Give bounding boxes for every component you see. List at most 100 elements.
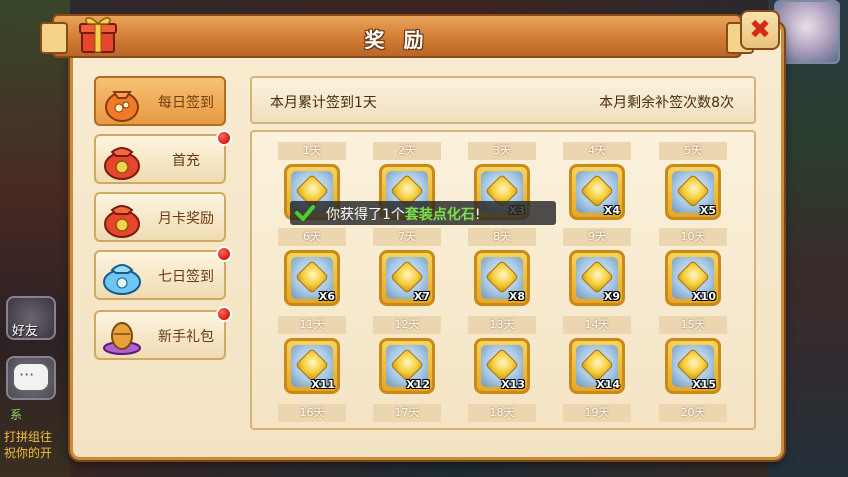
signin-day-cell[interactable]: 14天 X14 [563,316,631,402]
reward-item-slot[interactable]: X14 [569,338,625,394]
gem-icon [295,260,329,294]
signin-day-cell[interactable]: 4天 X4 [563,142,631,228]
day-label: 11天 [278,316,346,334]
gem-icon [676,174,710,208]
menu-label: 七日签到 [158,269,214,285]
item-quantity: X14 [596,378,620,391]
toast-suffix: ! [474,207,481,223]
signin-day-cell[interactable]: 10天 X10 [659,228,727,314]
reward-item-slot[interactable]: X6 [284,250,340,306]
gem-icon [295,348,329,382]
signin-day-cell[interactable]: 12天 X12 [373,316,441,402]
gem-icon [676,260,710,294]
dialog-title-bar: 奖 励 [40,14,754,58]
reward-item-slot[interactable]: X9 [569,250,625,306]
day-label: 1天 [278,142,346,160]
item-quantity: X10 [692,290,716,303]
day-label: 14天 [563,316,631,334]
item-quantity: X9 [603,290,620,303]
check-icon [295,205,315,221]
reward-item-slot[interactable]: X12 [379,338,435,394]
reward-item-slot[interactable]: X5 [665,164,721,220]
signin-day-cell[interactable]: 15天 X15 [659,316,727,402]
reward-item-slot[interactable]: X7 [379,250,435,306]
menu-daily-signin[interactable]: 每日签到 [94,76,226,126]
gem-icon [390,260,424,294]
day-label: 16天 [278,404,346,422]
monthly-signin-count: 本月累计签到1天 [270,95,377,111]
close-button[interactable]: ✖ [740,10,780,50]
day-label: 6天 [278,228,346,246]
day-label: 20天 [659,404,727,422]
signin-day-cell[interactable]: 11天 X11 [278,316,346,402]
signin-day-cell[interactable]: 6天 X6 [278,228,346,314]
day-label: 5天 [659,142,727,160]
day-label: 17天 [373,404,441,422]
day-label: 13天 [468,316,536,334]
gem-icon [390,348,424,382]
gem-icon [580,260,614,294]
item-quantity: X8 [508,290,525,303]
day-label: 4天 [563,142,631,160]
day-label: 12天 [373,316,441,334]
gem-icon [676,348,710,382]
day-label: 9天 [563,228,631,246]
signin-day-cell[interactable]: 17天 [373,404,441,428]
item-quantity: X12 [406,378,430,391]
signin-day-cell[interactable]: 9天 X9 [563,228,631,314]
remaining-makeup-count: 本月剩余补签次数8次 [599,95,734,111]
menu-monthly-card[interactable]: 月卡奖励 [94,192,226,242]
reward-item-slot[interactable]: X4 [569,164,625,220]
menu-seven-day-signin[interactable]: 七日签到 [94,246,232,300]
reward-item-slot[interactable]: X10 [665,250,721,306]
signin-day-cell[interactable]: 8天 X8 [468,228,536,314]
day-label: 19天 [563,404,631,422]
signin-day-cell[interactable]: 19天 [563,404,631,428]
signin-day-cell[interactable]: 16天 [278,404,346,428]
chat-line: 打拼组往 [4,430,53,444]
signin-day-cell[interactable]: 13天 X13 [468,316,536,402]
close-icon: ✖ [749,15,771,45]
chat-line: 祝你的开 [4,446,53,460]
purple-egg-icon [103,322,141,355]
gem-icon [485,348,519,382]
pouch-icon [105,91,139,122]
menu-newbie-gift[interactable]: 新手礼包 [94,306,232,360]
item-quantity: X7 [413,290,430,303]
day-label: 10天 [659,228,727,246]
toast-prefix: 你获得了1个 [326,207,405,223]
notification-badge [216,130,232,146]
item-quantity: X15 [692,378,716,391]
toast-message: 你获得了1个套装点化石! [326,204,481,224]
day-label: 18天 [468,404,536,422]
gem-icon [580,174,614,208]
reward-item-slot[interactable]: X11 [284,338,340,394]
menu-first-recharge[interactable]: 首充 [94,130,232,184]
signin-day-cell[interactable]: 5天 X5 [659,142,727,228]
gift-box-icon [79,17,117,53]
day-label: 8天 [468,228,536,246]
signin-day-cell[interactable]: 20天 [659,404,727,428]
reward-item-slot[interactable]: X13 [474,338,530,394]
reward-item-slot[interactable]: X8 [474,250,530,306]
item-quantity: X11 [311,378,335,391]
money-bag-icon [104,147,140,180]
dialog-title: 奖 励 [364,28,430,52]
money-bag-icon [104,205,140,238]
day-label: 15天 [659,316,727,334]
signin-day-cell[interactable]: 18天 [468,404,536,428]
reward-item-slot[interactable]: X15 [665,338,721,394]
notification-badge [216,246,232,262]
toast-item-name: 套装点化石 [404,207,475,223]
menu-label: 月卡奖励 [158,211,214,227]
friends-label: 好友 [12,324,39,339]
item-quantity: X6 [318,290,335,303]
notification-badge [216,306,232,322]
gem-icon [485,260,519,294]
reward-toast: 你获得了1个套装点化石! [290,201,556,225]
menu-label: 新手礼包 [158,329,214,345]
item-quantity: X13 [501,378,525,391]
chat-line: 系 [10,408,23,422]
signin-day-grid: 1天2天3天X34天X45天X56天X67天X78天X89天X910天X1011… [250,130,756,430]
signin-day-cell[interactable]: 7天 X7 [373,228,441,314]
